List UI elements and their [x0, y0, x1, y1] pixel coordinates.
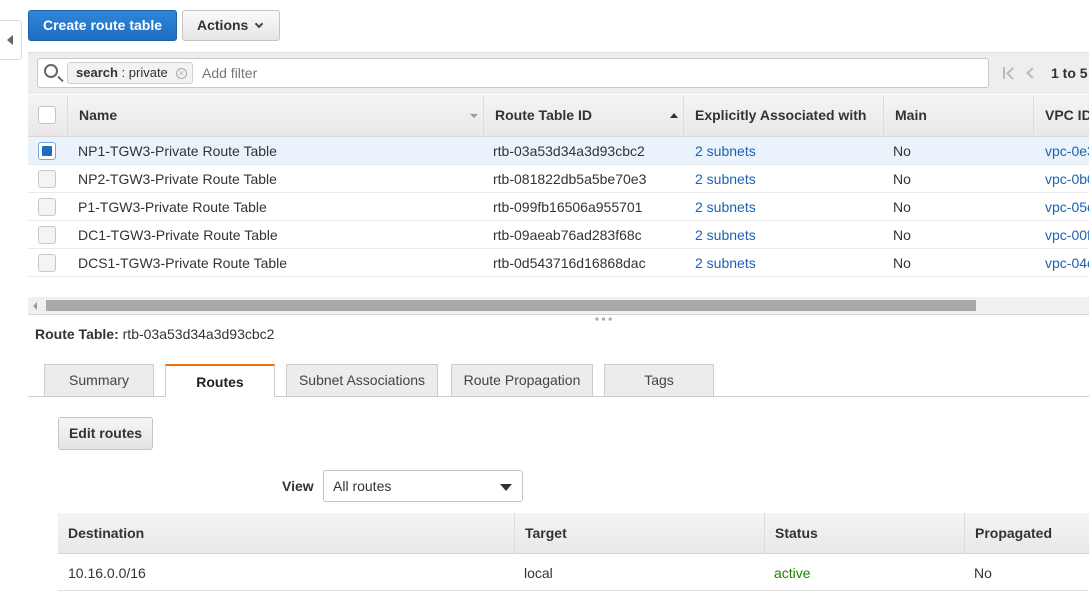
associated-subnets-link[interactable]: 2 subnets	[695, 249, 756, 277]
column-header-destination[interactable]: Destination	[58, 513, 514, 554]
row-checkbox[interactable]	[38, 170, 56, 188]
actions-dropdown-button[interactable]: Actions	[182, 10, 280, 41]
tab-route-propagation[interactable]: Route Propagation	[451, 364, 593, 396]
main-value: No	[893, 227, 911, 243]
sort-icon	[470, 114, 478, 118]
column-header-propagated[interactable]: Propagated	[964, 513, 1089, 554]
detail-tabs: Summary Routes Subnet Associations Route…	[28, 364, 1089, 397]
chevron-left-icon	[7, 35, 13, 45]
column-label: VPC ID	[1045, 107, 1089, 123]
grid-header: Name Route Table ID Explicitly Associate…	[28, 95, 1089, 137]
table-row: 10.16.0.0/16 local active No	[58, 555, 1089, 591]
resize-grip-icon[interactable]: ■■■	[595, 317, 615, 323]
vpc-id-link[interactable]: vpc-0b0	[1045, 165, 1089, 193]
actions-label: Actions	[197, 17, 249, 33]
table-row[interactable]: DCS1-TGW3-Private Route Table rtb-0d5437…	[28, 249, 1089, 277]
row-checkbox[interactable]	[38, 226, 56, 244]
route-table-id: rtb-099fb16506a955701	[493, 199, 643, 215]
filter-token-value: private	[128, 65, 168, 80]
view-label: View	[282, 478, 314, 494]
detail-route-table-id: rtb-03a53d34a3d93cbc2	[122, 326, 275, 342]
route-table-name: NP1-TGW3-Private Route Table	[78, 143, 277, 159]
column-header-target[interactable]: Target	[514, 513, 764, 554]
select-all-checkbox[interactable]	[38, 106, 56, 124]
tab-summary[interactable]: Summary	[44, 364, 154, 396]
column-label: Name	[79, 107, 118, 123]
table-row[interactable]: P1-TGW3-Private Route Table rtb-099fb165…	[28, 193, 1089, 221]
column-header-status[interactable]: Status	[764, 513, 964, 554]
route-table-id: rtb-09aeab76ad283f68c	[493, 227, 642, 243]
column-label: Explicitly Associated with	[695, 107, 867, 123]
table-row[interactable]: DC1-TGW3-Private Route Table rtb-09aeab7…	[28, 221, 1089, 249]
remove-filter-icon[interactable]: ×	[175, 68, 187, 79]
filter-token-key: search	[76, 65, 118, 80]
table-row[interactable]: NP1-TGW3-Private Route Table rtb-03a53d3…	[28, 137, 1089, 165]
route-destination: 10.16.0.0/16	[68, 565, 146, 581]
detail-title: Route Table: rtb-03a53d34a3d93cbc2	[35, 326, 274, 342]
route-table-name: DC1-TGW3-Private Route Table	[78, 227, 278, 243]
column-header-route-table-id[interactable]: Route Table ID	[483, 95, 683, 137]
first-page-icon[interactable]	[1003, 67, 1015, 79]
tab-routes[interactable]: Routes	[165, 364, 275, 397]
main-value: No	[893, 143, 911, 159]
search-box[interactable]: search : private ×	[37, 58, 989, 88]
route-table-name: DCS1-TGW3-Private Route Table	[78, 255, 288, 271]
column-label: Route Table ID	[495, 107, 592, 123]
tab-tags[interactable]: Tags	[604, 364, 714, 396]
tab-subnet-associations[interactable]: Subnet Associations	[286, 364, 438, 396]
dropdown-arrow-icon	[500, 484, 512, 491]
detail-label: Route Table:	[35, 326, 119, 342]
collapse-panel-toggle[interactable]	[0, 20, 22, 60]
view-select-value: All routes	[333, 478, 392, 494]
routes-table: Destination Target Status Propagated 10.…	[58, 513, 1089, 591]
vpc-id-link[interactable]: vpc-0e3	[1045, 137, 1089, 165]
view-select[interactable]: All routes	[323, 470, 523, 502]
filter-token-separator: :	[117, 65, 129, 80]
create-route-table-button[interactable]: Create route table	[28, 10, 177, 41]
scroll-left-icon[interactable]	[33, 302, 37, 310]
associated-subnets-link[interactable]: 2 subnets	[695, 137, 756, 165]
routes-header: Destination Target Status Propagated	[58, 513, 1089, 554]
chevron-down-icon	[254, 19, 264, 29]
panel-splitter[interactable]	[28, 314, 1089, 315]
filter-bar: search : private × 1 to 5	[28, 52, 1089, 94]
row-checkbox[interactable]	[38, 142, 56, 160]
scrollbar-thumb[interactable]	[46, 300, 976, 311]
associated-subnets-link[interactable]: 2 subnets	[695, 165, 756, 193]
route-table-id: rtb-081822db5a5be70e3	[493, 171, 647, 187]
route-table-name: P1-TGW3-Private Route Table	[78, 199, 267, 215]
route-propagated: No	[974, 565, 992, 581]
row-checkbox[interactable]	[38, 254, 56, 272]
sort-ascending-icon	[670, 113, 678, 118]
row-checkbox[interactable]	[38, 198, 56, 216]
search-icon	[44, 64, 58, 78]
route-table-id: rtb-03a53d34a3d93cbc2	[493, 143, 645, 159]
associated-subnets-link[interactable]: 2 subnets	[695, 221, 756, 249]
pagination-range: 1 to 5	[1051, 65, 1088, 81]
route-table-name: NP2-TGW3-Private Route Table	[78, 171, 277, 187]
column-label: Main	[895, 107, 927, 123]
horizontal-scrollbar[interactable]	[28, 297, 1089, 314]
previous-page-icon[interactable]	[1026, 67, 1038, 79]
vpc-id-link[interactable]: vpc-00f	[1045, 221, 1089, 249]
vpc-id-link[interactable]: vpc-04c	[1045, 249, 1089, 277]
main-value: No	[893, 199, 911, 215]
column-header-vpc-id[interactable]: VPC ID	[1033, 95, 1089, 137]
main-value: No	[893, 171, 911, 187]
route-status: active	[774, 565, 811, 581]
route-table-id: rtb-0d543716d16868dac	[493, 255, 646, 271]
route-target: local	[524, 565, 553, 581]
route-tables-grid: Name Route Table ID Explicitly Associate…	[28, 95, 1089, 277]
column-header-main[interactable]: Main	[883, 95, 1033, 137]
main-value: No	[893, 255, 911, 271]
table-row[interactable]: NP2-TGW3-Private Route Table rtb-081822d…	[28, 165, 1089, 193]
add-filter-input[interactable]	[202, 65, 902, 81]
edit-routes-button[interactable]: Edit routes	[58, 417, 153, 450]
associated-subnets-link[interactable]: 2 subnets	[695, 193, 756, 221]
column-header-explicitly-associated[interactable]: Explicitly Associated with	[683, 95, 883, 137]
filter-token[interactable]: search : private ×	[67, 62, 193, 84]
vpc-id-link[interactable]: vpc-05c	[1045, 193, 1089, 221]
column-header-name[interactable]: Name	[67, 95, 483, 137]
